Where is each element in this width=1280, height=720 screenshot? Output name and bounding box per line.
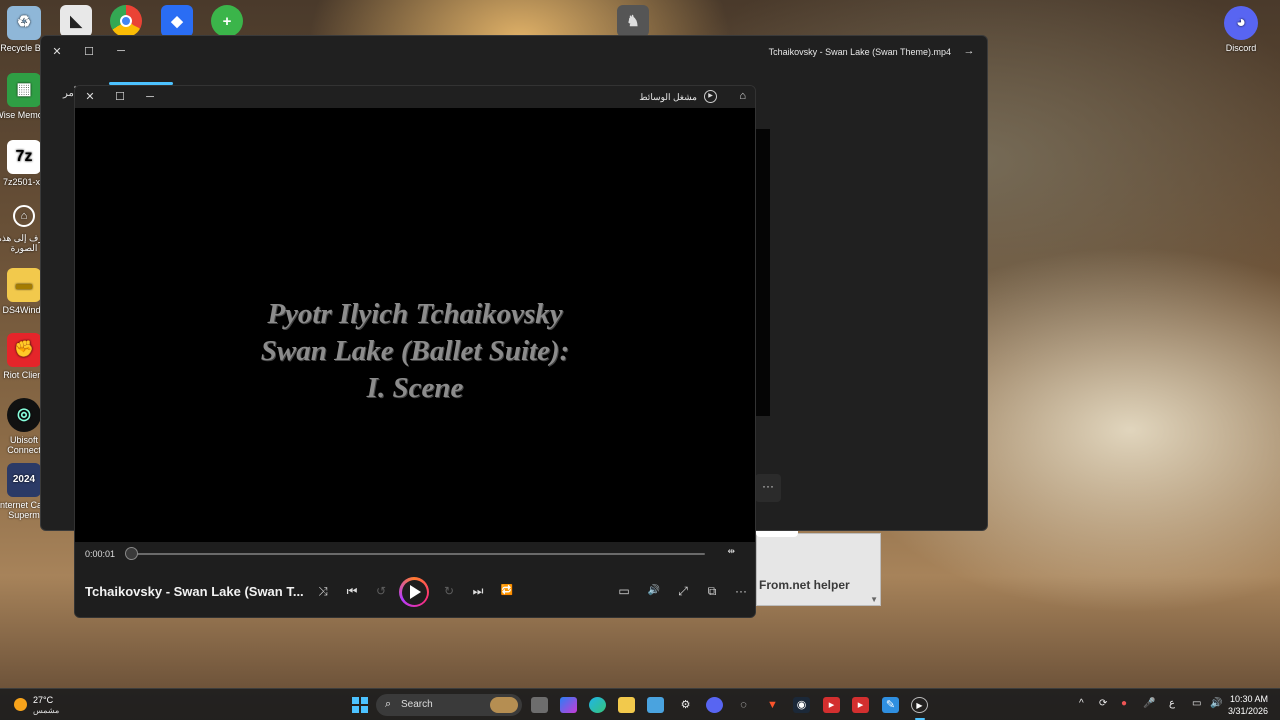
app-tray-icon[interactable]: ◌ xyxy=(735,697,752,713)
skip-forward-30-icon[interactable]: ↻ xyxy=(439,583,459,599)
media-app-2-icon[interactable]: ▸ xyxy=(852,697,869,713)
shuffle-icon[interactable]: ⤨ xyxy=(313,583,333,599)
window-title: Tchaikovsky - Swan Lake (Swan Theme).mp4 xyxy=(768,47,951,57)
skip-back-10-icon[interactable]: ↺ xyxy=(371,583,391,599)
store-icon[interactable] xyxy=(647,697,664,713)
chevron-up-icon[interactable]: ^ xyxy=(1079,698,1084,709)
minimize-icon[interactable]: ─ xyxy=(142,90,158,104)
desktop-icon-label: Discord xyxy=(1225,43,1257,53)
weather-temperature[interactable]: 27°C xyxy=(33,695,53,705)
home-icon[interactable]: ⌂ xyxy=(739,90,746,102)
playback-controls: 0:00:01 ⇹ Tchaikovsky - Swan Lake (Swan … xyxy=(75,542,755,617)
brave-icon[interactable]: ▼ xyxy=(764,697,781,713)
miniplayer-icon[interactable]: ⧉ xyxy=(702,583,722,599)
7zip-icon: 7z xyxy=(7,140,41,174)
media-player-taskbar-icon[interactable]: ▶ xyxy=(911,697,928,713)
microphone-icon[interactable]: 🎤 xyxy=(1143,698,1155,709)
arrow-right-icon[interactable]: → xyxy=(961,45,977,57)
dropdown-arrow-icon[interactable]: ▼ xyxy=(870,595,878,604)
maximize-icon[interactable]: ☐ xyxy=(81,45,97,58)
language-indicator[interactable]: ع xyxy=(1169,698,1175,709)
clock-date[interactable]: 3/31/2026 xyxy=(1228,706,1268,716)
close-icon[interactable]: ✕ xyxy=(49,45,65,58)
helper-panel: From.net helper ▼ xyxy=(756,533,881,606)
play-button[interactable] xyxy=(399,577,429,607)
start-icon[interactable] xyxy=(352,697,368,713)
repeat-icon[interactable]: 🔁 xyxy=(497,583,517,599)
app-name: مشغل الوسائط xyxy=(639,92,697,102)
discord-taskbar-icon[interactable] xyxy=(706,697,723,713)
media-player-window: ✕ ☐ ─ مشغل الوسائط ▶ ⌂ Pyotr Ilyich Tcha… xyxy=(74,85,756,618)
taskbar-search[interactable]: ⌕ Search xyxy=(376,694,522,716)
minimize-icon[interactable]: ─ xyxy=(113,45,129,57)
weather-sun-icon[interactable] xyxy=(14,698,27,711)
image-link-icon: ⌂ xyxy=(13,205,35,227)
video-area[interactable]: Pyotr Ilyich Tchaikovsky Swan Lake (Ball… xyxy=(75,108,755,542)
search-highlight-icon xyxy=(490,697,518,713)
media-player-logo-icon: ▶ xyxy=(704,90,717,103)
helper-tab xyxy=(756,531,798,537)
riot-client-icon: ✊ xyxy=(7,333,41,367)
taskbar: 27°C مشمس ⌕ Search ⚙ ◌ ▼ ◉ ▸ ▸ ✎ ▶ ^ ⟳ ●… xyxy=(0,688,1280,720)
file-explorer-icon[interactable] xyxy=(618,697,635,713)
seek-bar[interactable] xyxy=(131,553,705,555)
character-shortcut-icon[interactable]: ♞ xyxy=(617,5,649,37)
volume-icon[interactable]: 🔊 xyxy=(644,583,664,599)
m365-icon[interactable] xyxy=(560,697,577,713)
maximize-icon[interactable]: ☐ xyxy=(112,90,128,104)
captions-icon[interactable]: ▭ xyxy=(614,583,634,599)
video-text-line: Pyotr Ilyich Tchaikovsky xyxy=(267,298,563,330)
next-icon[interactable]: ⏭ xyxy=(468,583,488,599)
paint-icon[interactable]: ✎ xyxy=(882,697,899,713)
video-text-line: I. Scene xyxy=(366,372,464,404)
discord-icon: ◕ xyxy=(1224,6,1258,40)
fullscreen-icon[interactable]: ⤢ xyxy=(673,583,693,599)
cloud-app-icon[interactable]: + xyxy=(211,5,243,37)
game-shortcut-icon[interactable]: ◣ xyxy=(60,5,92,37)
image-panel xyxy=(756,129,770,416)
roblox-icon[interactable]: ◆ xyxy=(161,5,193,37)
media-app-icon[interactable]: ▸ xyxy=(823,697,840,713)
now-playing-title: Tchaikovsky - Swan Lake (Swan T... xyxy=(85,584,304,599)
helper-label[interactable]: From.net helper xyxy=(759,578,850,592)
steelseries-icon[interactable]: ⚙ xyxy=(677,697,694,713)
play-icon xyxy=(410,585,421,599)
task-view-icon[interactable] xyxy=(531,697,548,713)
folder-icon: ▬ xyxy=(7,268,41,302)
desktop-icon-discord[interactable]: ◕ Discord xyxy=(1211,6,1271,53)
video-title-card: Pyotr Ilyich Tchaikovsky Swan Lake (Ball… xyxy=(75,296,755,407)
seek-thumb[interactable] xyxy=(125,547,138,560)
previous-icon[interactable]: ⏮ xyxy=(342,583,362,599)
network-icon[interactable]: ▭ xyxy=(1192,698,1201,709)
more-button[interactable]: ··· xyxy=(755,474,781,502)
video-text-line: Swan Lake (Ballet Suite): xyxy=(260,335,570,367)
close-icon[interactable]: ✕ xyxy=(82,90,98,104)
clock-time[interactable]: 10:30 AM xyxy=(1230,694,1268,704)
app-status-icon[interactable]: ● xyxy=(1121,698,1127,709)
current-time: 0:00:01 xyxy=(85,549,116,559)
wise-memory-icon: ▦ xyxy=(7,73,41,107)
weather-description[interactable]: مشمس xyxy=(33,706,59,715)
steam-icon[interactable]: ◉ xyxy=(793,697,810,713)
player-titlebar: ✕ ☐ ─ مشغل الوسائط ▶ ⌂ xyxy=(75,86,755,108)
recycle-bin-icon: ♻ xyxy=(7,6,41,40)
sync-icon[interactable]: ⟳ xyxy=(1099,698,1107,709)
search-placeholder: Search xyxy=(401,699,433,710)
ubisoft-icon: ◎ xyxy=(7,398,41,432)
ab-repeat-icon[interactable]: ⇹ xyxy=(727,546,735,557)
more-options-icon[interactable]: ··· xyxy=(731,583,751,599)
search-icon: ⌕ xyxy=(385,698,392,710)
game-icon: 2024 xyxy=(7,463,41,497)
speaker-icon[interactable]: 🔊 xyxy=(1210,698,1222,709)
edge-icon[interactable] xyxy=(589,697,606,713)
chrome-icon[interactable] xyxy=(110,5,142,37)
